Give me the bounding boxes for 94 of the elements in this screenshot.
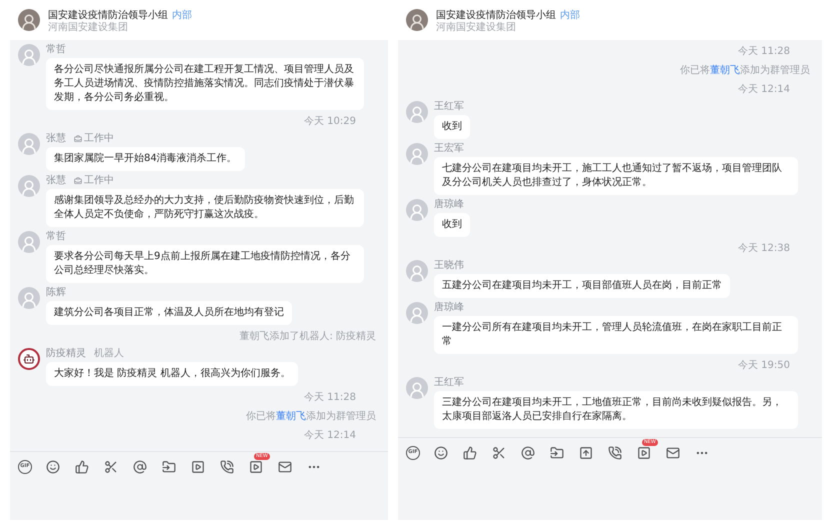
folder-icon xyxy=(162,460,176,474)
member-link[interactable]: 董朝飞 xyxy=(276,411,306,422)
timestamp: 今天 11:28 xyxy=(304,391,356,405)
thumbs-up-icon xyxy=(75,460,89,474)
video-button[interactable] xyxy=(636,444,652,460)
message-bubble: 建筑分公司各项目正常，体温及人员所在地均有登记 xyxy=(46,301,292,325)
status-icon xyxy=(74,135,82,143)
folder-button[interactable] xyxy=(161,458,177,474)
sender-name: 陈辉 xyxy=(46,288,66,298)
sender-name: 唐琼峰 xyxy=(434,200,464,210)
system-notice: 董朝飞添加了机器人: 防疫精灵 xyxy=(239,330,376,344)
scissors-button[interactable] xyxy=(103,458,119,474)
avatar-icon xyxy=(406,377,428,399)
play-icon xyxy=(637,446,651,460)
phone-button[interactable] xyxy=(219,458,235,474)
thumbs-up-button[interactable] xyxy=(462,444,478,460)
group-avatar-icon xyxy=(406,9,428,31)
phone-icon xyxy=(220,460,234,474)
system-notice: 你已将董朝飞添加为群管理员 xyxy=(246,410,376,424)
timestamp: 今天 11:28 xyxy=(738,45,790,59)
group-avatar-icon xyxy=(18,9,40,31)
mention-button[interactable] xyxy=(520,444,536,460)
status-label: 工作中 xyxy=(84,134,114,144)
avatar-icon xyxy=(406,199,428,221)
group-title: 国安建设疫情防治领导小组 xyxy=(48,8,168,22)
message-bubble: 三建分公司在建项目均未开工，工地值班正常，目前尚未收到疑似报告。另，太康项目部返洛人员已安排自行在家隔离。 xyxy=(434,391,798,429)
sender-name: 王晓伟 xyxy=(434,261,464,271)
mail-icon xyxy=(278,460,292,474)
message-bubble: 要求各分公司每天早上9点前上报所属在建工地疫情防控情况，各分公司总经理尽快落实。 xyxy=(46,245,364,283)
group-title: 国安建设疫情防治领导小组 xyxy=(436,8,556,22)
sender-name: 唐琼峰 xyxy=(434,303,464,313)
timestamp: 今天 10:29 xyxy=(304,115,356,129)
play-icon xyxy=(191,460,205,474)
sender-name: 常哲 xyxy=(46,232,66,242)
scissors-button[interactable] xyxy=(491,444,507,460)
thumbs-up-icon xyxy=(463,446,477,460)
mail-icon xyxy=(666,446,680,460)
timestamp: 今天 19:50 xyxy=(738,359,790,373)
play-button[interactable] xyxy=(190,458,206,474)
message-bubble: 收到 xyxy=(434,115,470,139)
member-link[interactable]: 董朝飞 xyxy=(710,65,740,76)
thumbs-up-button[interactable] xyxy=(74,458,90,474)
message-bubble: 各分公司尽快通报所属分公司在建工程开复工情况、项目管理人员及务工人员进场情况、疫情防控措施落实情况。同志们疫情处于潜伏暴发期，各分公司务必重视。 xyxy=(46,58,364,110)
avatar-icon xyxy=(18,133,40,155)
robot-tag: 机器人 xyxy=(94,349,124,359)
avatar-icon xyxy=(406,260,428,282)
upload-button[interactable] xyxy=(578,444,594,460)
sender-name: 王宏军 xyxy=(434,144,464,154)
sender-name: 张慧 xyxy=(46,176,66,186)
group-subtitle: 河南国安建设集团 xyxy=(48,22,129,32)
at-sign-icon xyxy=(133,460,147,474)
sender-name: 张慧 xyxy=(46,134,66,144)
timestamp: 今天 12:14 xyxy=(304,429,356,443)
message-bubble: 收到 xyxy=(434,213,470,237)
message-bubble: 一建分公司所有在建项目均未开工，管理人员轮流值班，在岗在家职工目前正常 xyxy=(434,316,798,354)
sender-name: 防疫精灵 xyxy=(46,349,86,359)
scissors-icon xyxy=(492,446,506,460)
message-bubble: 五建分公司在建项目均未开工，项目部值班人员在岗，目前正常 xyxy=(434,274,730,298)
message-bubble: 集团家属院一早开始84消毒液消杀工作。 xyxy=(46,147,245,171)
group-subtitle: 河南国安建设集团 xyxy=(436,22,517,32)
emoji-button[interactable] xyxy=(433,444,449,460)
avatar-icon xyxy=(406,302,428,324)
internal-label: 内部 xyxy=(172,8,192,22)
phone-icon xyxy=(608,446,622,460)
folder-button[interactable] xyxy=(549,444,565,460)
mention-button[interactable] xyxy=(132,458,148,474)
phone-button[interactable] xyxy=(607,444,623,460)
message-bubble: 七建分公司在建项目均未开工，施工工人也通知过了暂不返场，项目管理团队及分公司机关人员也排查过了，身体状况正常。 xyxy=(434,157,798,195)
message-bubble: 大家好！我是 防疫精灵 机器人，很高兴为你们服务。 xyxy=(46,362,298,386)
timestamp: 今天 12:38 xyxy=(738,242,790,256)
avatar-icon xyxy=(18,287,40,309)
sender-name: 王红军 xyxy=(434,378,464,388)
video-button[interactable] xyxy=(248,458,264,474)
avatar-icon xyxy=(18,231,40,253)
sender-name: 常哲 xyxy=(46,45,66,55)
upload-icon xyxy=(579,446,593,460)
smiley-icon xyxy=(46,460,60,474)
system-notice: 你已将董朝飞添加为群管理员 xyxy=(680,64,810,78)
folder-icon xyxy=(550,446,564,460)
avatar-icon xyxy=(18,175,40,197)
internal-label: 内部 xyxy=(560,8,580,22)
status-label: 工作中 xyxy=(84,176,114,186)
timestamp: 今天 12:14 xyxy=(738,83,790,97)
sender-name: 王红军 xyxy=(434,102,464,112)
play-icon xyxy=(249,460,263,474)
emoji-button[interactable] xyxy=(45,458,61,474)
avatar-icon xyxy=(18,44,40,66)
status-icon xyxy=(74,177,82,185)
smiley-icon xyxy=(434,446,448,460)
message-bubble: 感谢集团领导及总经办的大力支持，使后勤防疫物资快速到位，后勤全体人员定不负使命，严防死守打赢这次战疫。 xyxy=(46,189,364,227)
avatar-icon xyxy=(406,101,428,123)
scissors-icon xyxy=(104,460,118,474)
at-sign-icon xyxy=(521,446,535,460)
avatar-icon xyxy=(406,143,428,165)
